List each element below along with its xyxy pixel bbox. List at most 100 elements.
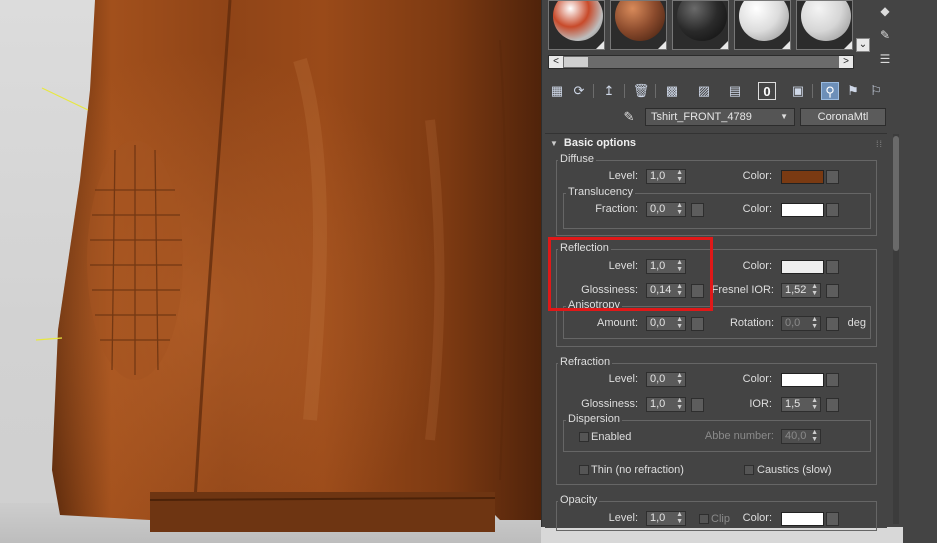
sample-slot[interactable] bbox=[548, 0, 605, 50]
spinner-arrows-icon[interactable]: ▲ ▼ bbox=[811, 397, 818, 411]
material-name-field[interactable]: Tshirt_FRONT_4789 ▼ bbox=[645, 108, 795, 126]
toolbar-separator bbox=[593, 84, 594, 98]
refraction-color-swatch[interactable] bbox=[781, 373, 824, 387]
refraction-ior-map-button[interactable] bbox=[826, 398, 839, 412]
fresnel-ior-label: Fresnel IOR: bbox=[711, 284, 774, 296]
translucency-color-swatch[interactable] bbox=[781, 203, 824, 217]
refraction-glossiness-map-button[interactable] bbox=[691, 398, 704, 412]
fresnel-ior-map-button[interactable] bbox=[826, 284, 839, 298]
show-end-result-icon[interactable]: ⚲ bbox=[821, 82, 839, 100]
opacity-color-swatch[interactable] bbox=[781, 512, 824, 526]
slot-corner-marker bbox=[844, 41, 852, 49]
reflection-color-map-button[interactable] bbox=[826, 260, 839, 274]
anisotropy-rotation-label: Rotation: bbox=[729, 317, 774, 329]
spinner-arrows-icon[interactable]: ▲ ▼ bbox=[811, 283, 818, 297]
sample-sphere bbox=[615, 1, 665, 41]
make-unique-icon[interactable]: ▩ bbox=[663, 82, 681, 100]
spinner-arrows-icon[interactable]: ▲ ▼ bbox=[811, 316, 818, 330]
diffuse-color-map-button[interactable] bbox=[826, 170, 839, 184]
refraction-ior-value: 1,5 bbox=[785, 398, 801, 410]
toolbar-separator bbox=[624, 84, 625, 98]
anisotropy-rotation-value: 0,0 bbox=[785, 317, 801, 329]
material-effects-icon[interactable]: ▤ bbox=[726, 82, 744, 100]
refraction-ior-label: IOR: bbox=[749, 398, 772, 410]
opacity-level-spinner[interactable]: 1,0 ▲ ▼ bbox=[646, 511, 686, 526]
anisotropy-amount-map-button[interactable] bbox=[691, 317, 704, 331]
sample-slot[interactable] bbox=[796, 0, 853, 50]
rollout-header[interactable]: ▼ Basic options bbox=[550, 137, 636, 149]
abbe-number-spinner[interactable]: 40,0 ▲ ▼ bbox=[781, 429, 821, 444]
reflection-color-label: Color: bbox=[742, 260, 772, 272]
material-name-row: ✎ Tshirt_FRONT_4789 ▼ CoronaMtl bbox=[620, 108, 890, 128]
refraction-level-spinner[interactable]: 0,0 ▲ ▼ bbox=[646, 372, 686, 387]
get-material-icon[interactable]: ▦ bbox=[548, 82, 566, 100]
refraction-glossiness-value: 1,0 bbox=[650, 398, 666, 410]
backlight-icon[interactable]: ✎ bbox=[876, 26, 894, 44]
anisotropy-rotation-map-button[interactable] bbox=[826, 317, 839, 331]
diffuse-level-spinner[interactable]: 1,0 ▲ ▼ bbox=[646, 169, 686, 184]
spinner-arrows-icon[interactable]: ▲ ▼ bbox=[676, 397, 683, 411]
scroll-left-icon[interactable]: < bbox=[549, 56, 563, 68]
put-to-scene-icon[interactable]: ⟳ bbox=[570, 82, 588, 100]
sample-slot[interactable] bbox=[610, 0, 667, 50]
sample-slot[interactable] bbox=[672, 0, 729, 50]
go-forward-sibling-icon[interactable]: ⚐ bbox=[867, 82, 885, 100]
sample-slot[interactable] bbox=[734, 0, 791, 50]
diffuse-color-swatch[interactable] bbox=[781, 170, 824, 184]
refraction-color-map-button[interactable] bbox=[826, 373, 839, 387]
opacity-level-value: 1,0 bbox=[650, 512, 666, 524]
material-id-channel-icon[interactable]: 0 bbox=[758, 82, 776, 100]
anisotropy-rotation-spinner[interactable]: 0,0 ▲ ▼ bbox=[781, 316, 821, 331]
translucency-color-map-button[interactable] bbox=[826, 203, 839, 217]
translucency-fraction-map-button[interactable] bbox=[691, 203, 704, 217]
refraction-glossiness-label: Glossiness: bbox=[581, 398, 638, 410]
spinner-arrows-icon[interactable]: ▲ ▼ bbox=[676, 169, 683, 183]
spinner-arrows-icon[interactable]: ▲ ▼ bbox=[811, 429, 818, 443]
thin-refraction-label: Thin (no refraction) bbox=[591, 464, 684, 476]
opacity-color-map-button[interactable] bbox=[826, 512, 839, 526]
rollout-scroll-thumb[interactable] bbox=[893, 136, 899, 251]
dispersion-title: Dispersion bbox=[566, 413, 622, 425]
slot-corner-marker bbox=[720, 41, 728, 49]
spinner-arrows-icon[interactable]: ▲ ▼ bbox=[676, 202, 683, 216]
dispersion-enabled-checkbox[interactable] bbox=[579, 432, 589, 442]
caustics-checkbox[interactable] bbox=[744, 465, 754, 475]
collapse-triangle-icon[interactable]: ▼ bbox=[550, 139, 558, 148]
rollout-title: Basic options bbox=[563, 137, 637, 149]
options-icon[interactable]: ☰ bbox=[876, 50, 894, 68]
material-type-button[interactable]: CoronaMtl bbox=[800, 108, 886, 126]
slot-corner-marker bbox=[596, 41, 604, 49]
chevron-down-icon[interactable]: ▼ bbox=[780, 109, 788, 125]
refraction-ior-spinner[interactable]: 1,5 ▲ ▼ bbox=[781, 397, 821, 412]
show-shaded-icon[interactable]: ▣ bbox=[789, 82, 807, 100]
spinner-arrows-icon[interactable]: ▲ ▼ bbox=[676, 316, 683, 330]
rollout-scrollbar[interactable] bbox=[893, 134, 899, 524]
opacity-level-label: Level: bbox=[608, 512, 638, 524]
put-to-library-icon[interactable]: ▨ bbox=[695, 82, 713, 100]
reflection-color-swatch[interactable] bbox=[781, 260, 824, 274]
opacity-clip-checkbox[interactable] bbox=[699, 514, 709, 524]
translucency-fraction-label: Fraction: bbox=[595, 203, 638, 215]
spinner-arrows-icon[interactable]: ▲ ▼ bbox=[676, 372, 683, 386]
anisotropy-amount-spinner[interactable]: 0,0 ▲ ▼ bbox=[646, 316, 686, 331]
material-name-text: Tshirt_FRONT_4789 bbox=[651, 111, 752, 123]
opacity-title: Opacity bbox=[558, 494, 600, 506]
slots-horizontal-scrollbar[interactable]: < > bbox=[548, 55, 854, 69]
translucency-fraction-spinner[interactable]: 0,0 ▲ ▼ bbox=[646, 202, 686, 217]
spinner-arrows-icon[interactable]: ▲ ▼ bbox=[676, 511, 683, 525]
sample-type-icon[interactable]: ◆ bbox=[876, 2, 894, 20]
eyedropper-icon[interactable]: ✎ bbox=[620, 108, 638, 126]
slots-scroll-down-button[interactable]: ⌄ bbox=[856, 38, 870, 52]
go-to-parent-icon[interactable]: ⚑ bbox=[844, 82, 862, 100]
fresnel-ior-spinner[interactable]: 1,52 ▲ ▼ bbox=[781, 283, 821, 298]
thin-refraction-checkbox[interactable] bbox=[579, 465, 589, 475]
rollout-grip-icon: ⁞⁞ bbox=[876, 139, 884, 149]
refraction-glossiness-spinner[interactable]: 1,0 ▲ ▼ bbox=[646, 397, 686, 412]
reset-map-icon[interactable]: 🗑 bbox=[632, 82, 650, 100]
anisotropy-amount-label: Amount: bbox=[597, 317, 638, 329]
assign-to-selection-icon[interactable]: ↥ bbox=[600, 82, 618, 100]
viewport-3d[interactable] bbox=[0, 0, 542, 543]
scrollbar-thumb[interactable] bbox=[564, 57, 588, 67]
scroll-right-icon[interactable]: > bbox=[839, 56, 853, 68]
diffuse-title: Diffuse bbox=[558, 153, 597, 165]
